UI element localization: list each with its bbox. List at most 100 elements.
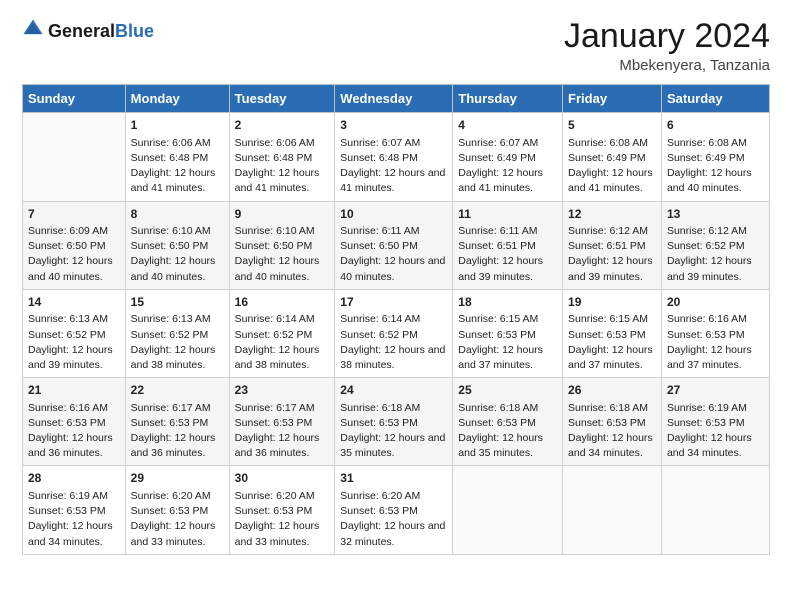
day-info: Sunrise: 6:09 AMSunset: 6:50 PMDaylight:… <box>28 224 120 285</box>
day-number: 21 <box>28 382 120 399</box>
calendar-cell: 16Sunrise: 6:14 AMSunset: 6:52 PMDayligh… <box>229 289 335 377</box>
calendar-cell <box>563 466 662 554</box>
day-number: 18 <box>458 294 557 311</box>
day-number: 4 <box>458 117 557 134</box>
day-number: 5 <box>568 117 656 134</box>
calendar-cell: 25 Sunrise: 6:18 AMSunset: 6:53 PMDayligh… <box>453 378 563 466</box>
calendar-cell: 13Sunrise: 6:12 AMSunset: 6:52 PMDayligh… <box>661 201 769 289</box>
calendar-cell: 7Sunrise: 6:09 AMSunset: 6:50 PMDaylight… <box>23 201 126 289</box>
day-number: 8 <box>131 206 224 223</box>
day-info: Sunrise: 6:14 AMSunset: 6:52 PMDaylight:… <box>340 312 447 373</box>
week-row-3: 14Sunrise: 6:13 AMSunset: 6:52 PMDayligh… <box>23 289 770 377</box>
calendar-cell: 3Sunrise: 6:07 AMSunset: 6:48 PMDaylight… <box>335 113 453 201</box>
day-info: Sunrise: 6:08 AMSunset: 6:49 PMDaylight:… <box>568 136 656 197</box>
calendar-cell: 5 Sunrise: 6:08 AMSunset: 6:49 PMDaylight… <box>563 113 662 201</box>
logo-icon <box>22 18 44 40</box>
day-info: Sunrise: 6:19 AMSunset: 6:53 PMDaylight:… <box>667 401 764 462</box>
day-number: 31 <box>340 470 447 487</box>
logo-general-text: General <box>48 22 115 42</box>
page: General Blue January 2024 Mbekenyera, Ta… <box>0 0 792 612</box>
col-header-tuesday: Tuesday <box>229 85 335 113</box>
week-row-2: 7Sunrise: 6:09 AMSunset: 6:50 PMDaylight… <box>23 201 770 289</box>
calendar-cell: 6 Sunrise: 6:08 AMSunset: 6:49 PMDaylight… <box>661 113 769 201</box>
calendar-cell: 12Sunrise: 6:12 AMSunset: 6:51 PMDayligh… <box>563 201 662 289</box>
logo-blue-text: Blue <box>115 22 154 42</box>
day-number: 23 <box>235 382 330 399</box>
calendar-cell: 10Sunrise: 6:11 AMSunset: 6:50 PMDayligh… <box>335 201 453 289</box>
day-number: 10 <box>340 206 447 223</box>
day-info: Sunrise: 6:07 AMSunset: 6:48 PMDaylight:… <box>340 136 447 197</box>
day-number: 24 <box>340 382 447 399</box>
day-number: 27 <box>667 382 764 399</box>
day-info: Sunrise: 6:13 AMSunset: 6:52 PMDaylight:… <box>131 312 224 373</box>
col-header-sunday: Sunday <box>23 85 126 113</box>
calendar-cell: 27 Sunrise: 6:19 AMSunset: 6:53 PMDayligh… <box>661 378 769 466</box>
day-info: Sunrise: 6:11 AMSunset: 6:51 PMDaylight:… <box>458 224 557 285</box>
calendar-cell: 22 Sunrise: 6:17 AMSunset: 6:53 PMDayligh… <box>125 378 229 466</box>
day-number: 1 <box>131 117 224 134</box>
calendar-cell: 17Sunrise: 6:14 AMSunset: 6:52 PMDayligh… <box>335 289 453 377</box>
calendar-cell: 21 Sunrise: 6:16 AMSunset: 6:53 PMDayligh… <box>23 378 126 466</box>
header-row: SundayMondayTuesdayWednesdayThursdayFrid… <box>23 85 770 113</box>
day-number: 7 <box>28 206 120 223</box>
day-number: 13 <box>667 206 764 223</box>
day-number: 12 <box>568 206 656 223</box>
day-info: Sunrise: 6:06 AMSunset: 6:48 PMDaylight:… <box>235 136 330 197</box>
calendar-cell: 30 Sunrise: 6:20 AMSunset: 6:53 PMDayligh… <box>229 466 335 554</box>
calendar-cell: 26Sunrise: 6:18 AMSunset: 6:53 PMDayligh… <box>563 378 662 466</box>
calendar-cell: 23 Sunrise: 6:17 AMSunset: 6:53 PMDayligh… <box>229 378 335 466</box>
day-number: 16 <box>235 294 330 311</box>
day-info: Sunrise: 6:07 AMSunset: 6:49 PMDaylight:… <box>458 136 557 197</box>
day-number: 22 <box>131 382 224 399</box>
day-info: Sunrise: 6:18 AMSunset: 6:53 PMDaylight:… <box>458 401 557 462</box>
day-number: 30 <box>235 470 330 487</box>
day-number: 19 <box>568 294 656 311</box>
calendar-cell: 15Sunrise: 6:13 AMSunset: 6:52 PMDayligh… <box>125 289 229 377</box>
day-info: Sunrise: 6:10 AMSunset: 6:50 PMDaylight:… <box>131 224 224 285</box>
calendar-cell: 8Sunrise: 6:10 AMSunset: 6:50 PMDaylight… <box>125 201 229 289</box>
calendar-cell <box>661 466 769 554</box>
subtitle: Mbekenyera, Tanzania <box>564 57 770 74</box>
calendar-cell: 9Sunrise: 6:10 AMSunset: 6:50 PMDaylight… <box>229 201 335 289</box>
calendar-cell: 20Sunrise: 6:16 AMSunset: 6:53 PMDayligh… <box>661 289 769 377</box>
day-info: Sunrise: 6:16 AMSunset: 6:53 PMDaylight:… <box>28 401 120 462</box>
main-title: January 2024 <box>564 18 770 55</box>
col-header-thursday: Thursday <box>453 85 563 113</box>
day-number: 17 <box>340 294 447 311</box>
day-number: 28 <box>28 470 120 487</box>
day-info: Sunrise: 6:17 AMSunset: 6:53 PMDaylight:… <box>235 401 330 462</box>
week-row-5: 28Sunrise: 6:19 AMSunset: 6:53 PMDayligh… <box>23 466 770 554</box>
day-number: 29 <box>131 470 224 487</box>
calendar-cell: 28Sunrise: 6:19 AMSunset: 6:53 PMDayligh… <box>23 466 126 554</box>
day-info: Sunrise: 6:12 AMSunset: 6:51 PMDaylight:… <box>568 224 656 285</box>
day-info: Sunrise: 6:12 AMSunset: 6:52 PMDaylight:… <box>667 224 764 285</box>
col-header-saturday: Saturday <box>661 85 769 113</box>
week-row-4: 21 Sunrise: 6:16 AMSunset: 6:53 PMDayligh… <box>23 378 770 466</box>
day-info: Sunrise: 6:08 AMSunset: 6:49 PMDaylight:… <box>667 136 764 197</box>
day-info: Sunrise: 6:10 AMSunset: 6:50 PMDaylight:… <box>235 224 330 285</box>
day-number: 26 <box>568 382 656 399</box>
col-header-wednesday: Wednesday <box>335 85 453 113</box>
day-number: 9 <box>235 206 330 223</box>
col-header-friday: Friday <box>563 85 662 113</box>
day-number: 15 <box>131 294 224 311</box>
calendar-cell: 14Sunrise: 6:13 AMSunset: 6:52 PMDayligh… <box>23 289 126 377</box>
day-number: 6 <box>667 117 764 134</box>
day-info: Sunrise: 6:20 AMSunset: 6:53 PMDaylight:… <box>235 489 330 550</box>
day-info: Sunrise: 6:20 AMSunset: 6:53 PMDaylight:… <box>131 489 224 550</box>
calendar-cell: 11Sunrise: 6:11 AMSunset: 6:51 PMDayligh… <box>453 201 563 289</box>
calendar-cell: 24 Sunrise: 6:18 AMSunset: 6:53 PMDayligh… <box>335 378 453 466</box>
day-number: 25 <box>458 382 557 399</box>
day-info: Sunrise: 6:20 AMSunset: 6:53 PMDaylight:… <box>340 489 447 550</box>
calendar-cell: 1Sunrise: 6:06 AMSunset: 6:48 PMDaylight… <box>125 113 229 201</box>
calendar-cell <box>23 113 126 201</box>
calendar-cell: 4 Sunrise: 6:07 AMSunset: 6:49 PMDaylight… <box>453 113 563 201</box>
day-info: Sunrise: 6:17 AMSunset: 6:53 PMDaylight:… <box>131 401 224 462</box>
calendar-table: SundayMondayTuesdayWednesdayThursdayFrid… <box>22 84 770 554</box>
calendar-cell: 29 Sunrise: 6:20 AMSunset: 6:53 PMDayligh… <box>125 466 229 554</box>
header: General Blue January 2024 Mbekenyera, Ta… <box>22 18 770 74</box>
week-row-1: 1 Sunrise: 6:06 AMSunset: 6:48 PMDaylight… <box>23 113 770 201</box>
day-info: Sunrise: 6:18 AMSunset: 6:53 PMDaylight:… <box>340 401 447 462</box>
calendar-cell: 19Sunrise: 6:15 AMSunset: 6:53 PMDayligh… <box>563 289 662 377</box>
day-info: Sunrise: 6:15 AMSunset: 6:53 PMDaylight:… <box>458 312 557 373</box>
